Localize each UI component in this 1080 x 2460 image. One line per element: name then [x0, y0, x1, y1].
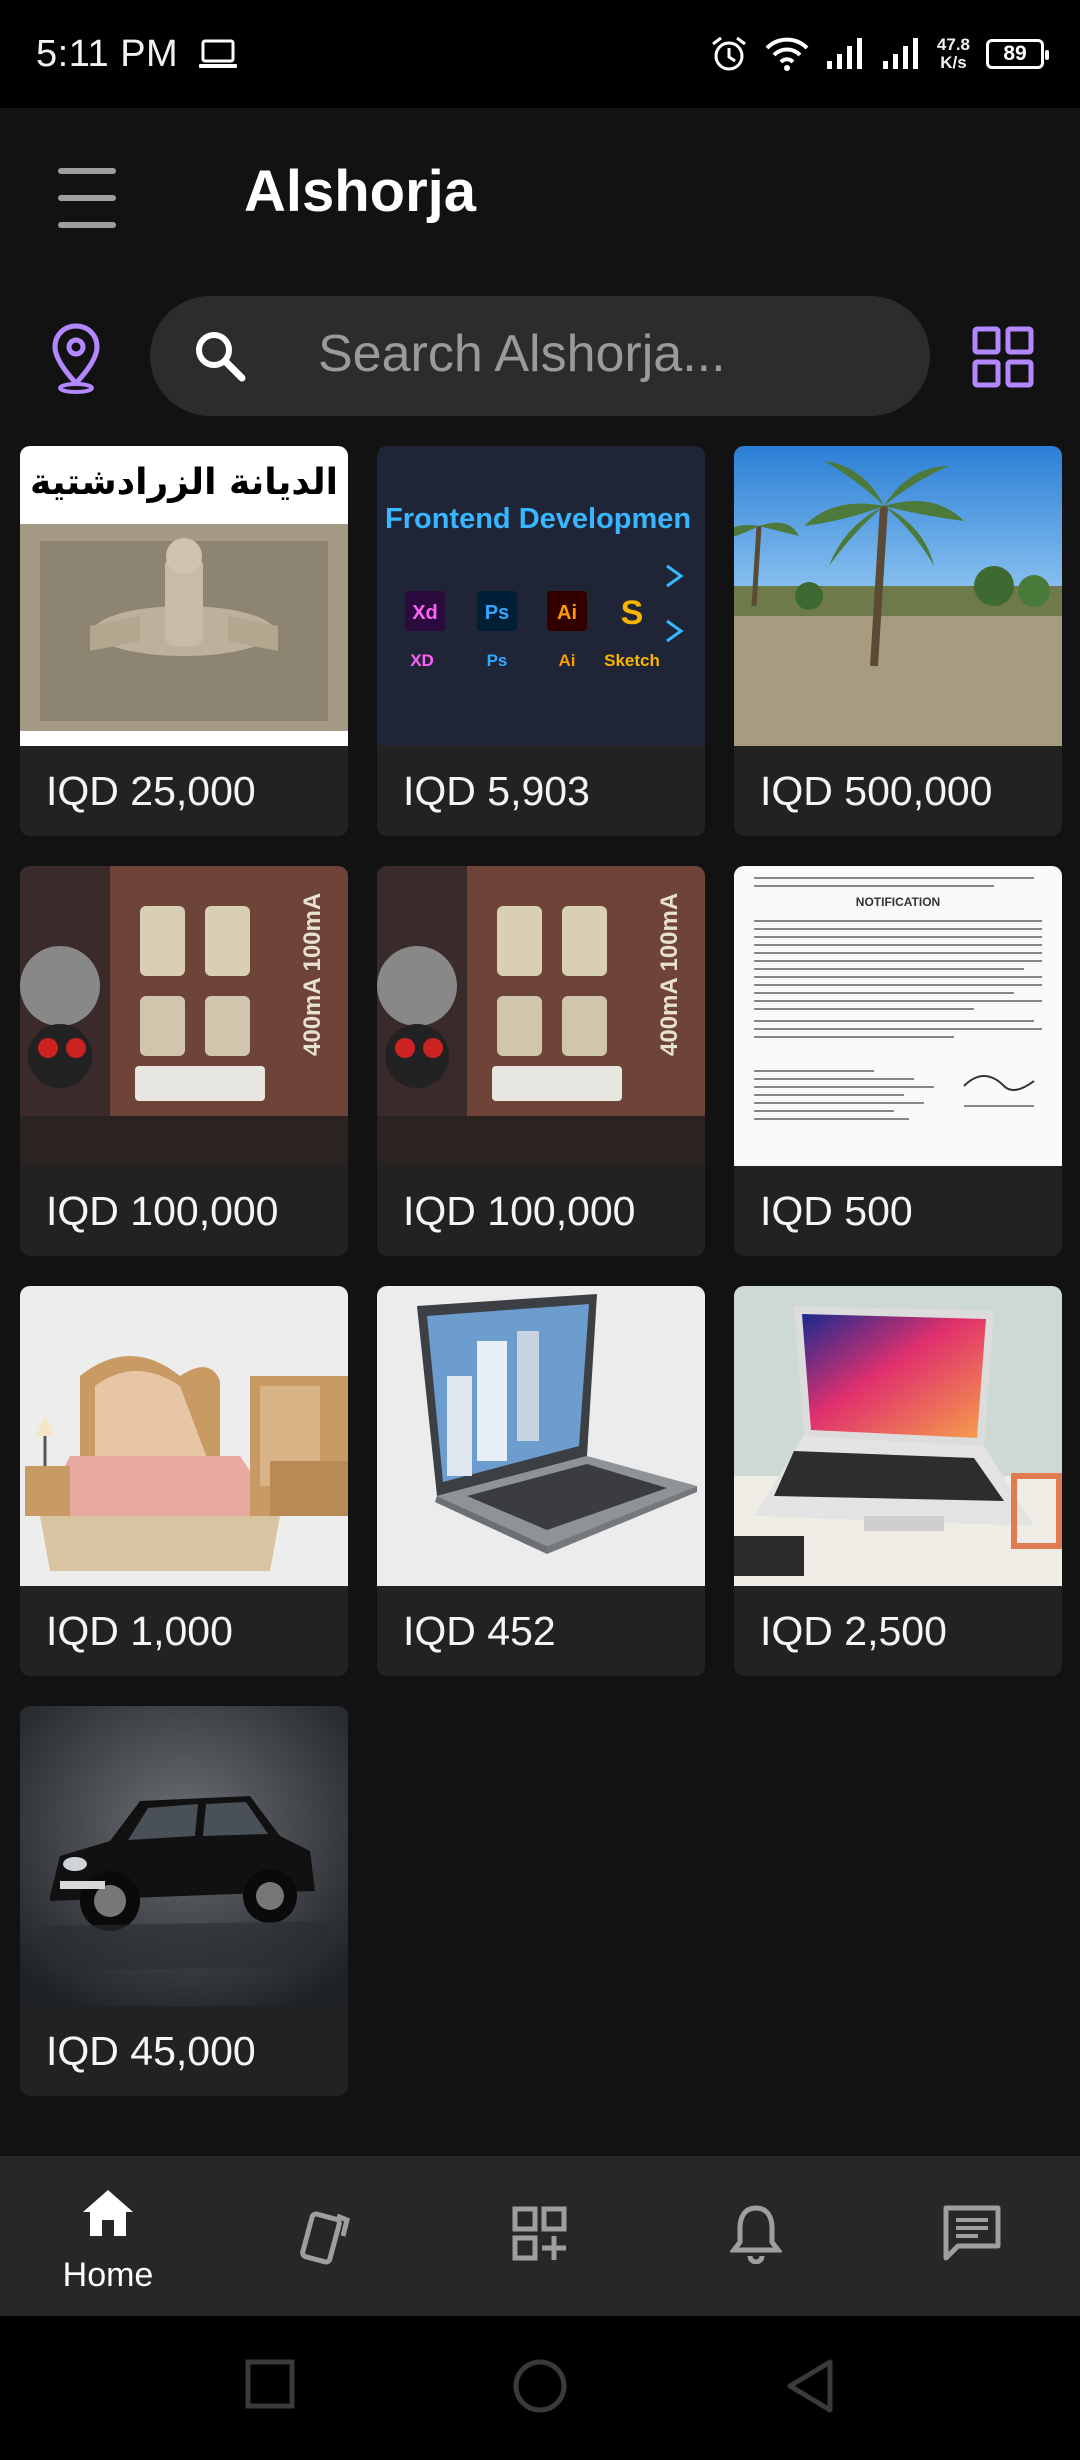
- status-bar: 5:11 PM 47.8 K/s 89: [0, 0, 1080, 108]
- product-card[interactable]: Frontend Developmen Xd Ps Ai S XD Ps Ai …: [377, 446, 705, 836]
- product-image: 400mA 100mA: [377, 866, 705, 1166]
- product-card[interactable]: IQD 2,500: [734, 1286, 1062, 1676]
- product-price: IQD 25,000: [46, 767, 256, 814]
- bottom-navigation: Home: [0, 2156, 1080, 2316]
- product-card[interactable]: الديانة الزرادشتية IQD 25,000: [20, 446, 348, 836]
- status-time: 5:11 PM: [36, 32, 179, 75]
- recent-apps-button[interactable]: [244, 2358, 296, 2410]
- product-card[interactable]: NOTIFICATION IQD 500: [734, 866, 1062, 1256]
- product-price: IQD 2,500: [760, 1607, 947, 1654]
- svg-text:Ai: Ai: [557, 602, 577, 624]
- back-button[interactable]: [784, 2358, 836, 2414]
- home-icon: [83, 2190, 133, 2236]
- nav-notifications[interactable]: [648, 2156, 864, 2316]
- product-price: IQD 5,903: [403, 767, 590, 814]
- categories-grid-icon[interactable]: [972, 326, 1034, 388]
- product-price: IQD 100,000: [403, 1187, 636, 1234]
- product-card[interactable]: IQD 500,000: [734, 446, 1062, 836]
- location-pin-icon[interactable]: [44, 322, 108, 394]
- chat-icon: [943, 2205, 1001, 2261]
- nav-messages[interactable]: [864, 2156, 1080, 2316]
- product-image: NOTIFICATION: [734, 866, 1062, 1166]
- signal-icon-1: [826, 38, 862, 69]
- product-card[interactable]: IQD 452: [377, 1286, 705, 1676]
- product-grid: الديانة الزرادشتية IQD 25,000 Frontend D…: [20, 446, 1064, 2096]
- product-image: 400mA 100mA: [20, 866, 348, 1166]
- product-price: IQD 1,000: [46, 1607, 233, 1654]
- alarm-icon: [712, 36, 746, 71]
- product-card[interactable]: 400mA 100mA IQD 100,000: [377, 866, 705, 1256]
- home-button[interactable]: [512, 2358, 568, 2414]
- nav-home[interactable]: Home: [0, 2156, 216, 2316]
- svg-text:S: S: [621, 594, 644, 632]
- fuse-label-text: 400mA 100mA: [656, 893, 683, 1056]
- product-image: [734, 1286, 1062, 1586]
- book-title-text: الديانة الزرادشتية: [30, 462, 338, 503]
- fuse-label-text: 400mA 100mA: [299, 893, 326, 1056]
- svg-text:XD: XD: [410, 651, 434, 670]
- product-price: IQD 452: [403, 1607, 556, 1654]
- svg-text:Sketch: Sketch: [604, 651, 660, 670]
- banner-text: Frontend Developmen: [385, 503, 691, 535]
- nav-listings[interactable]: [216, 2156, 432, 2316]
- system-navigation-bar: [0, 2316, 1080, 2460]
- product-price: IQD 500: [760, 1187, 913, 1234]
- signal-icon-2: [882, 38, 918, 69]
- product-price: IQD 100,000: [46, 1187, 279, 1234]
- nav-home-label: Home: [62, 2256, 154, 2294]
- product-card[interactable]: 400mA 100mA IQD 100,000: [20, 866, 348, 1256]
- network-speed: 47.8 K/s: [936, 35, 970, 72]
- wifi-icon: [765, 37, 809, 71]
- product-price: IQD 500,000: [760, 767, 993, 814]
- product-card[interactable]: IQD 45,000: [20, 1706, 348, 2096]
- svg-text:Ps: Ps: [487, 651, 508, 670]
- app-title: Alshorja: [244, 159, 477, 224]
- battery-indicator: 89: [986, 39, 1049, 69]
- product-image: [377, 1286, 705, 1586]
- nav-add-item[interactable]: [432, 2156, 648, 2316]
- svg-text:Xd: Xd: [412, 602, 438, 624]
- app-bar: Alshorja: [0, 108, 1080, 280]
- search-icon: [196, 332, 246, 382]
- product-image: [734, 446, 1062, 746]
- product-image: الديانة الزرادشتية: [20, 446, 348, 746]
- product-image: Frontend Developmen Xd Ps Ai S XD Ps Ai …: [377, 446, 705, 746]
- search-input[interactable]: Search Alshorja...: [150, 296, 930, 416]
- search-placeholder: Search Alshorja...: [318, 325, 726, 383]
- svg-text:Ai: Ai: [559, 651, 576, 670]
- document-heading-text: NOTIFICATION: [856, 895, 940, 909]
- cards-icon: [300, 2211, 350, 2265]
- product-image: [20, 1706, 348, 2006]
- laptop-icon: [199, 39, 238, 68]
- product-card[interactable]: IQD 1,000: [20, 1286, 348, 1676]
- bell-icon: [730, 2205, 782, 2264]
- product-image: [20, 1286, 348, 1586]
- menu-button[interactable]: [58, 168, 138, 228]
- add-grid-icon: [512, 2206, 567, 2261]
- svg-text:Ps: Ps: [485, 602, 509, 624]
- product-price: IQD 45,000: [46, 2027, 256, 2074]
